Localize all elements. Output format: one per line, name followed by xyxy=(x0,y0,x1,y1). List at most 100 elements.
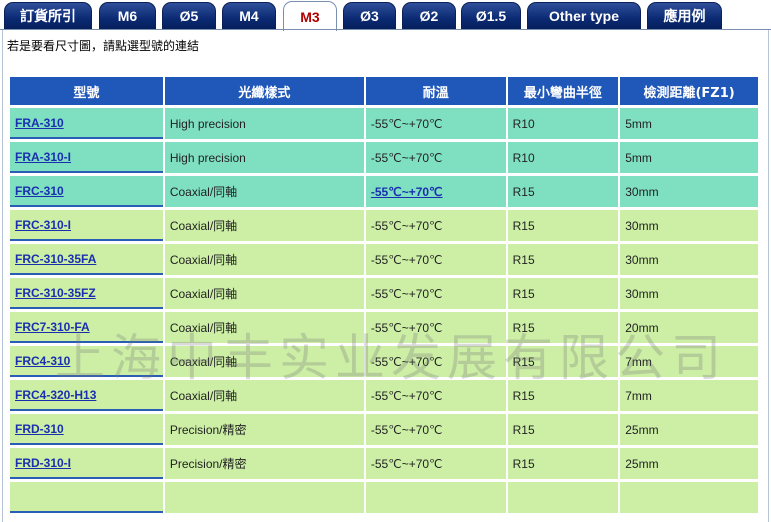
table-row: FRC-310 Coaxial/同軸 -55℃~+70℃ R15 30mm xyxy=(10,176,758,207)
bend-cell xyxy=(507,482,619,513)
table-row-partial xyxy=(10,482,758,513)
temp-cell: -55℃~+70℃ xyxy=(365,278,506,309)
table-row: FRD-310 Precision/精密 -55℃~+70℃ R15 25mm xyxy=(10,414,758,445)
model-link[interactable]: FRC-310-35FA xyxy=(15,252,96,266)
table-row: FRC7-310-FA Coaxial/同軸 -55℃~+70℃ R15 20m… xyxy=(10,312,758,343)
fiber-cell: Coaxial/同軸 xyxy=(164,210,364,241)
temp-cell: -55℃~+70℃ xyxy=(365,176,506,207)
tab-d5[interactable]: Ø5 xyxy=(162,2,216,29)
model-link[interactable]: FRA-310-I xyxy=(15,150,71,164)
table-body: FRA-310 High precision -55℃~+70℃ R10 5mm… xyxy=(10,108,758,513)
fiber-cell: Coaxial/同軸 xyxy=(164,346,364,377)
bend-cell: R15 xyxy=(507,380,619,411)
distance-cell xyxy=(620,482,758,513)
temp-link[interactable]: -55℃~+70℃ xyxy=(371,185,443,199)
fiber-cell xyxy=(164,482,364,513)
model-link[interactable]: FRD-310-I xyxy=(15,456,71,470)
table-row: FRD-310-I Precision/精密 -55℃~+70℃ R15 25m… xyxy=(10,448,758,479)
tab-m6[interactable]: M6 xyxy=(99,2,156,29)
table-row: FRC4-320-H13 Coaxial/同軸 -55℃~+70℃ R15 7m… xyxy=(10,380,758,411)
tab-bar: 訂貨所引 M6 Ø5 M4 M3 Ø3 Ø2 Ø1.5 Other type 應… xyxy=(0,0,771,31)
distance-cell: 5mm xyxy=(620,142,758,173)
fiber-cell: Coaxial/同軸 xyxy=(164,380,364,411)
temp-cell: -55℃~+70℃ xyxy=(365,108,506,139)
fiber-cell: High precision xyxy=(164,108,364,139)
tab-m3[interactable]: M3 xyxy=(283,1,337,31)
temp-cell: -55℃~+70℃ xyxy=(365,142,506,173)
distance-cell: 30mm xyxy=(620,244,758,275)
distance-cell: 25mm xyxy=(620,448,758,479)
model-link[interactable]: FRD-310 xyxy=(15,422,64,436)
instruction-text: 若是要看尺寸圖，請點選型號的連結 xyxy=(7,39,200,53)
model-cell: FRA-310-I xyxy=(10,142,163,173)
header-fiber-type: 光纖樣式 xyxy=(164,77,364,105)
model-link[interactable]: FRC-310-35FZ xyxy=(15,286,96,300)
temp-cell xyxy=(365,482,506,513)
model-cell: FRC4-310 xyxy=(10,346,163,377)
model-cell: FRA-310 xyxy=(10,108,163,139)
model-cell: FRC-310-I xyxy=(10,210,163,241)
model-cell: FRC7-310-FA xyxy=(10,312,163,343)
model-link[interactable]: FRC-310 xyxy=(15,184,64,198)
tab-other-type[interactable]: Other type xyxy=(527,2,641,29)
model-cell: FRC4-320-H13 xyxy=(10,380,163,411)
bend-cell: R15 xyxy=(507,448,619,479)
spec-table: 型號 光纖樣式 耐溫 最小彎曲半徑 檢測距離(FZ1) FRA-310 High… xyxy=(8,74,760,516)
tab-d3[interactable]: Ø3 xyxy=(343,2,396,29)
bend-cell: R10 xyxy=(507,142,619,173)
fiber-cell: Precision/精密 xyxy=(164,414,364,445)
header-sensing-distance: 檢測距離(FZ1) xyxy=(620,77,758,105)
table-row: FRC-310-35FZ Coaxial/同軸 -55℃~+70℃ R15 30… xyxy=(10,278,758,309)
distance-cell: 20mm xyxy=(620,312,758,343)
model-cell: FRD-310 xyxy=(10,414,163,445)
temp-cell: -55℃~+70℃ xyxy=(365,244,506,275)
tab-m4[interactable]: M4 xyxy=(222,2,276,29)
tab-application-examples[interactable]: 應用例 xyxy=(647,2,722,29)
tab-d1-5[interactable]: Ø1.5 xyxy=(461,2,521,29)
distance-cell: 30mm xyxy=(620,278,758,309)
model-link[interactable]: FRC4-310 xyxy=(15,354,70,368)
distance-cell: 25mm xyxy=(620,414,758,445)
model-link[interactable]: FRC4-320-H13 xyxy=(15,388,96,402)
distance-cell: 5mm xyxy=(620,108,758,139)
distance-cell: 7mm xyxy=(620,346,758,377)
fiber-cell: Precision/精密 xyxy=(164,448,364,479)
fiber-cell: High precision xyxy=(164,142,364,173)
bend-cell: R15 xyxy=(507,414,619,445)
model-link[interactable]: FRC7-310-FA xyxy=(15,320,90,334)
tab-d2[interactable]: Ø2 xyxy=(402,2,456,29)
header-temperature: 耐溫 xyxy=(365,77,506,105)
temp-cell: -55℃~+70℃ xyxy=(365,380,506,411)
temp-cell: -55℃~+70℃ xyxy=(365,210,506,241)
bend-cell: R15 xyxy=(507,312,619,343)
fiber-cell: Coaxial/同軸 xyxy=(164,312,364,343)
table-row: FRA-310-I High precision -55℃~+70℃ R10 5… xyxy=(10,142,758,173)
header-model: 型號 xyxy=(10,77,163,105)
distance-cell: 30mm xyxy=(620,176,758,207)
table-row: FRA-310 High precision -55℃~+70℃ R10 5mm xyxy=(10,108,758,139)
table-row: FRC4-310 Coaxial/同軸 -55℃~+70℃ R15 7mm xyxy=(10,346,758,377)
model-cell: FRC-310-35FZ xyxy=(10,278,163,309)
tab-ordering-index[interactable]: 訂貨所引 xyxy=(4,2,92,29)
fiber-cell: Coaxial/同軸 xyxy=(164,176,364,207)
model-link[interactable]: FRA-310 xyxy=(15,116,64,130)
model-cell: FRD-310-I xyxy=(10,448,163,479)
model-link[interactable]: FRC-310-I xyxy=(15,218,71,232)
fiber-cell: Coaxial/同軸 xyxy=(164,244,364,275)
bend-cell: R10 xyxy=(507,108,619,139)
bend-cell: R15 xyxy=(507,346,619,377)
fiber-cell: Coaxial/同軸 xyxy=(164,278,364,309)
table-row: FRC-310-I Coaxial/同軸 -55℃~+70℃ R15 30mm xyxy=(10,210,758,241)
temp-cell: -55℃~+70℃ xyxy=(365,414,506,445)
bend-cell: R15 xyxy=(507,278,619,309)
temp-cell: -55℃~+70℃ xyxy=(365,448,506,479)
distance-cell: 30mm xyxy=(620,210,758,241)
bend-cell: R15 xyxy=(507,210,619,241)
bend-cell: R15 xyxy=(507,244,619,275)
model-cell: FRC-310 xyxy=(10,176,163,207)
temp-cell: -55℃~+70℃ xyxy=(365,312,506,343)
bend-cell: R15 xyxy=(507,176,619,207)
table-row: FRC-310-35FA Coaxial/同軸 -55℃~+70℃ R15 30… xyxy=(10,244,758,275)
temp-cell: -55℃~+70℃ xyxy=(365,346,506,377)
header-min-bend-radius: 最小彎曲半徑 xyxy=(507,77,619,105)
